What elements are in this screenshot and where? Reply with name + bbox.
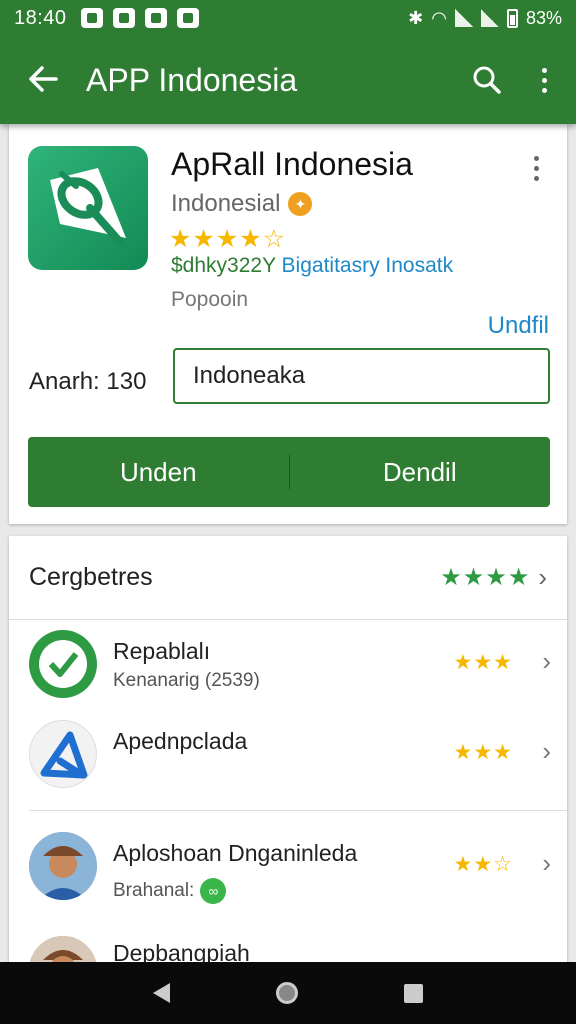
list-divider — [29, 810, 567, 811]
app-detail-card: ApRall Indonesia Indonesial ✦ ★★★★☆ $dhk… — [9, 124, 567, 524]
system-navigation-bar — [0, 962, 576, 1024]
developer-label: Indonesial — [171, 190, 281, 217]
list-item[interactable]: Repablalı Kenanarig (2539) ★★★ › — [9, 630, 567, 714]
item-subtitle-text: Brahanal: — [113, 880, 195, 901]
search-icon[interactable] — [462, 65, 512, 95]
item-name: Repablalı — [113, 638, 211, 664]
tag-badge-icon: ∞ — [200, 878, 227, 904]
section-header[interactable]: Cergbetres ★★★★ › — [9, 536, 567, 620]
list-item[interactable]: Aploshoan Dnganinleda Brahanal: ∞ ★★☆ › — [9, 832, 567, 916]
overflow-menu-icon[interactable] — [512, 67, 576, 93]
chevron-right-icon: › — [542, 736, 551, 766]
nav-home-icon[interactable] — [276, 982, 298, 1004]
status-bar: 18:40 ✱ ◠ 83% — [0, 0, 576, 36]
item-subtitle: Brahanal: ∞ — [113, 878, 227, 904]
chevron-right-icon: › — [542, 848, 551, 878]
verified-badge-icon: ✦ — [288, 192, 313, 216]
back-arrow-icon[interactable] — [0, 62, 86, 98]
bluetooth-icon: ✱ — [408, 7, 424, 28]
app-icon — [28, 146, 148, 270]
item-rating-stars: ★★☆ — [453, 853, 513, 876]
app-rating-stars: ★★★★☆ — [169, 225, 287, 253]
item-app-icon — [29, 720, 97, 788]
chevron-right-icon: › — [538, 562, 547, 592]
notification-icon — [176, 8, 199, 28]
undfil-link[interactable]: Undfil — [488, 312, 549, 340]
item-app-icon — [29, 630, 97, 698]
nav-recents-icon[interactable] — [404, 983, 423, 1003]
tagline-part-b: Bigatitasry Inosatk — [281, 254, 454, 277]
developer-name[interactable]: Indonesial ✦ — [171, 190, 313, 218]
list-item[interactable]: Apednpclada ★★★ › — [9, 720, 567, 804]
section-rating-stars: ★★★★ — [440, 564, 531, 591]
app-bar: APP Indonesia — [0, 36, 576, 124]
app-category: Popooin — [171, 288, 249, 311]
notification-icon — [112, 8, 135, 28]
amount-input[interactable] — [173, 348, 550, 404]
item-rating-stars: ★★★ — [453, 741, 513, 764]
app-name: ApRall Indonesia — [171, 146, 413, 182]
wifi-icon: ◠ — [431, 7, 447, 28]
action-button-group: Unden Dendil — [28, 437, 550, 507]
card-overflow-menu-icon[interactable] — [534, 156, 539, 181]
signal-icon — [480, 9, 499, 27]
battery-icon — [506, 8, 518, 28]
related-apps-card: Cergbetres ★★★★ › Repablalı Kenanarig (2… — [9, 536, 567, 976]
dendil-button[interactable]: Dendil — [290, 437, 551, 507]
nav-back-icon[interactable] — [153, 983, 170, 1003]
signal-icon — [454, 9, 473, 27]
battery-level: 83% — [525, 7, 562, 28]
page-title: APP Indonesia — [86, 61, 298, 98]
tagline-part-a: $dhky322Y — [171, 254, 276, 277]
amount-label: Anarh: 130 — [29, 368, 147, 395]
item-name: Aploshoan Dnganinleda — [113, 840, 358, 866]
notification-icon — [80, 8, 103, 28]
item-avatar — [29, 832, 97, 900]
item-name: Apednpclada — [113, 728, 248, 754]
status-time: 18:40 — [14, 6, 67, 29]
item-subtitle: Kenanarig (2539) — [113, 670, 260, 691]
notification-icon — [144, 8, 167, 28]
app-tagline: $dhky322Y Bigatitasry Inosatk — [171, 254, 453, 278]
section-title: Cergbetres — [29, 563, 153, 591]
unden-button[interactable]: Unden — [28, 437, 289, 507]
chevron-right-icon: › — [542, 646, 551, 676]
item-rating-stars: ★★★ — [453, 651, 513, 674]
